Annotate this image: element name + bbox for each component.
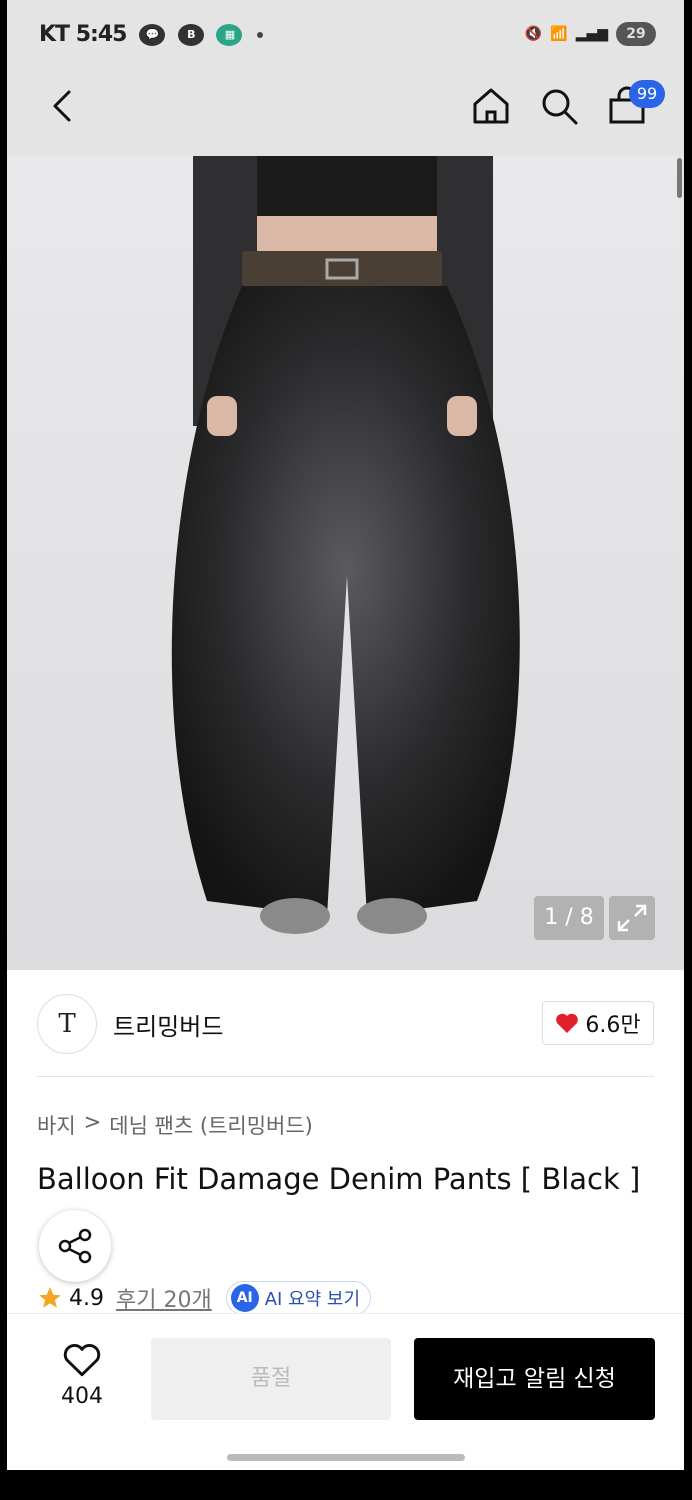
back-arrow-icon[interactable] [43,86,83,126]
heart-outline-icon [63,1344,101,1377]
wishlist-count: 404 [61,1384,103,1409]
more-notifications-icon [257,32,264,38]
brand-logo[interactable]: T [37,994,97,1054]
share-icon[interactable] [39,1210,111,1282]
status-bar: KT 5:45 💬 B ▦ 🔇 📶 ▂▄▆ 29 [7,0,684,70]
brand-like-count: 6.6만 [585,1013,641,1038]
status-right: 🔇 📶 ▂▄▆ 29 [525,22,656,46]
chat-icon: 💬 [139,24,166,46]
rating-row: 4.9 후기 20개 AI AI 요약 보기 [37,1281,372,1315]
heart-filled-icon [556,1013,579,1033]
bottom-action-bar: 404 품절 재입고 알림 신청 [7,1313,684,1470]
battery-indicator: 29 [616,22,656,46]
top-nav: 99 [7,70,684,156]
breadcrumb-separator: > [83,1110,102,1134]
brand-name[interactable]: 트리밍버드 [113,1007,223,1042]
review-count-link[interactable]: 후기 20개 [116,1282,212,1314]
image-counter: 1 / 8 [534,896,604,940]
breadcrumb: 바지 > 데님 팬츠 (트리밍버드) [37,1110,313,1140]
breadcrumb-category[interactable]: 바지 [37,1110,76,1140]
star-icon [39,1287,61,1308]
restock-alert-button[interactable]: 재입고 알림 신청 [414,1338,655,1420]
wishlist-button[interactable]: 404 [47,1342,117,1409]
expand-icon[interactable] [609,896,655,940]
wifi-icon: 📶 [550,26,568,42]
search-icon[interactable] [537,84,581,128]
breadcrumb-subcategory[interactable]: 데님 팬츠 (트리밍버드) [109,1110,313,1140]
app-b-icon: B [177,24,204,46]
product-photo-illustration [171,156,520,934]
signal-icon: ▂▄▆ [575,26,608,42]
divider [37,1076,654,1077]
rating-value: 4.9 [69,1285,104,1311]
ai-badge-icon: AI [230,1284,259,1312]
mute-icon: 🔇 [524,26,543,42]
product-title: Balloon Fit Damage Denim Pants [ Black ] [37,1162,641,1196]
app-screen: KT 5:45 💬 B ▦ 🔇 📶 ▂▄▆ 29 99 1 / 8 T 트리밍버… [7,0,684,1470]
ai-summary-button[interactable]: AI AI 요약 보기 [225,1281,372,1315]
page-scrollbar[interactable] [677,158,682,198]
status-left: KT 5:45 💬 B ▦ [39,22,264,47]
cart-count-badge: 99 [629,80,665,108]
home-indicator[interactable] [227,1454,465,1461]
carrier-time: KT 5:45 [39,22,127,47]
ai-summary-label: AI 요약 보기 [264,1289,361,1310]
app-green-icon: ▦ [216,24,243,46]
brand-like-button[interactable]: 6.6만 [542,1001,654,1045]
soldout-button[interactable]: 품절 [151,1338,391,1420]
product-image[interactable] [7,156,684,970]
home-icon[interactable] [469,84,513,128]
